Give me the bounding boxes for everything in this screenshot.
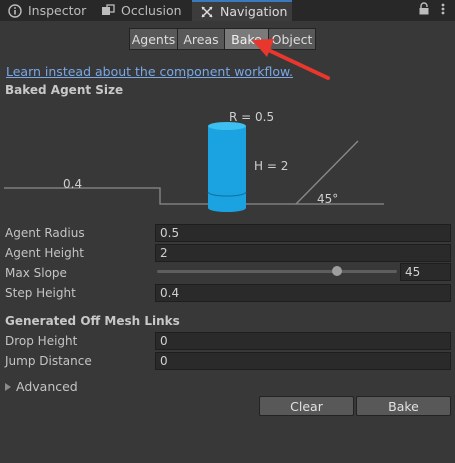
slope-angle-label: 45° [317,192,338,206]
agent-radius-label: Agent Radius [5,226,85,240]
annotation-arrow [252,39,330,80]
kebab-menu-icon[interactable] [440,2,446,20]
bake-button[interactable]: Bake [356,396,451,416]
radius-label: R = 0.5 [229,110,274,124]
height-label: H = 2 [254,159,288,173]
drop-height-field[interactable]: 0 [155,332,451,350]
segment-agents[interactable]: Agents [129,28,178,50]
tab-inspector[interactable]: Inspector [8,0,86,21]
max-slope-field[interactable]: 45 [400,263,451,281]
agent-radius-field[interactable]: 0.5 [155,224,451,242]
component-workflow-link[interactable]: Learn instead about the component workfl… [6,64,293,79]
clear-button[interactable]: Clear [259,396,354,416]
segment-areas[interactable]: Areas [177,28,225,50]
agent-height-label: Agent Height [5,246,85,260]
tab-navigation[interactable]: Navigation [192,0,292,21]
foldout-arrow-icon [5,382,11,391]
lock-icon[interactable] [418,2,430,20]
occlusion-icon [101,3,115,18]
off-mesh-links-header: Generated Off Mesh Links [5,314,180,328]
jump-distance-label: Jump Distance [5,354,92,368]
step-height-field[interactable]: 0.4 [155,284,451,302]
baked-agent-size-header: Baked Agent Size [5,83,124,97]
step-height-label: 0.4 [63,177,82,191]
agent-size-diagram: R = 0.5 H = 2 0.4 45° [4,110,384,212]
max-slope-slider-track[interactable] [157,270,397,273]
advanced-label: Advanced [16,379,78,394]
max-slope-slider-thumb[interactable] [332,266,342,276]
info-icon [8,3,22,18]
step-height-label: Step Height [5,286,76,300]
agent-cylinder [207,122,247,212]
max-slope-label: Max Slope [5,266,67,280]
tab-label: Navigation [220,4,288,19]
agent-height-field[interactable]: 2 [155,244,451,262]
tab-occlusion[interactable]: Occlusion [101,0,182,21]
tab-label: Inspector [28,3,87,18]
drop-height-label: Drop Height [5,334,78,348]
navigation-icon [200,5,214,19]
tab-label: Occlusion [121,3,182,18]
jump-distance-field[interactable]: 0 [155,352,451,370]
advanced-foldout[interactable]: Advanced [5,379,78,394]
window-tab-bar: Inspector Occlusion Navigation [0,0,455,21]
